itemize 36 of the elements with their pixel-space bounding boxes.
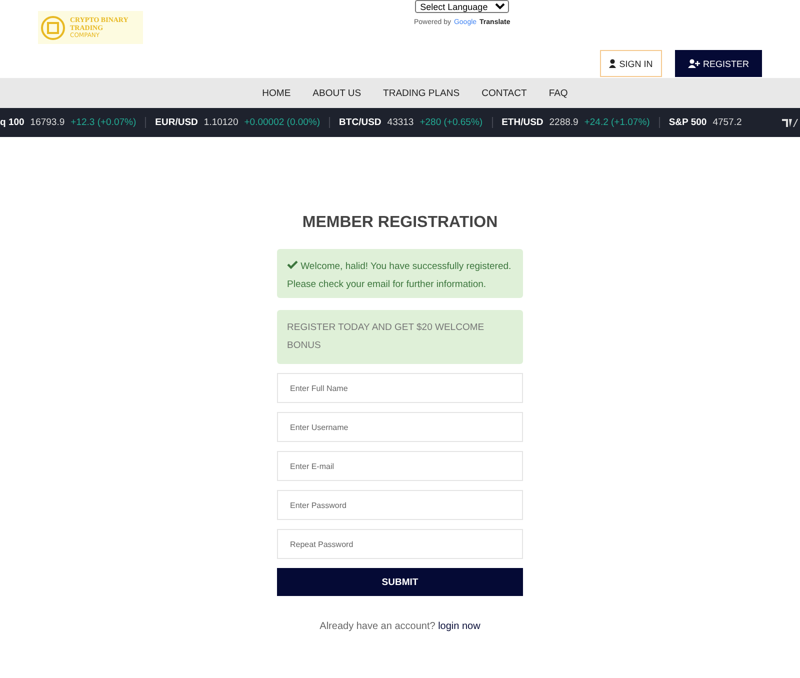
check-icon (287, 260, 298, 269)
ticker-price: 43313 (387, 117, 414, 128)
input-field[interactable]: Enter E-mail (277, 451, 523, 481)
ticker-change: +280 (+0.65%) (420, 117, 483, 128)
nav-link[interactable]: TRADING PLANS (383, 88, 460, 98)
input-field[interactable]: Enter Full Name (277, 373, 523, 403)
page-title: MEMBER REGISTRATION (302, 214, 498, 232)
login-link[interactable]: login now (438, 621, 480, 632)
alert-message: Welcome, halid! You have successfully registered. Please check your email for further information. (277, 249, 523, 298)
input-field[interactable]: Enter Username (277, 412, 523, 442)
ticker-price: 2288.9 (549, 117, 578, 128)
add-user-icon (688, 59, 700, 68)
ticker-symbol: q 100 (0, 117, 24, 128)
nav-link[interactable]: ABOUT US (312, 88, 362, 98)
sign-in-button[interactable]: SIGN IN (600, 50, 662, 77)
nav-link[interactable]: HOME (262, 88, 291, 98)
ticker-symbol: EUR/USD (155, 117, 198, 128)
user-icon (609, 59, 616, 68)
input-field[interactable]: Repeat Password (277, 529, 523, 559)
ticker-change: +24.2 (+1.07%) (584, 117, 650, 128)
ticker-symbol: BTC/USD (339, 117, 382, 128)
ticker-symbol: S&P 500 (668, 117, 707, 128)
ticker-symbol: ETH/USD (502, 117, 544, 128)
language-select[interactable]: Select Language (415, 0, 510, 13)
input-field[interactable]: Enter Password (277, 490, 523, 520)
submit-button[interactable]: SUBMIT (277, 568, 523, 596)
ticker-price: 4757.2 (712, 117, 742, 128)
nav-link[interactable]: CONTACT (482, 88, 527, 98)
ticker-price: 1.10120 (204, 117, 238, 128)
alert-message: REGISTER TODAY AND GET $20 WELCOME BONUS (277, 310, 523, 364)
ticker-price: 16793.9 (30, 117, 65, 128)
account-prompt: Already have an account? (320, 621, 436, 632)
ticker-change: +0.00002 (0.00%) (244, 117, 320, 128)
register-button[interactable]: REGISTER (675, 50, 762, 77)
ticker-change: +12.3 (+0.07%) (70, 117, 136, 128)
nav-link[interactable]: FAQ (548, 88, 568, 98)
